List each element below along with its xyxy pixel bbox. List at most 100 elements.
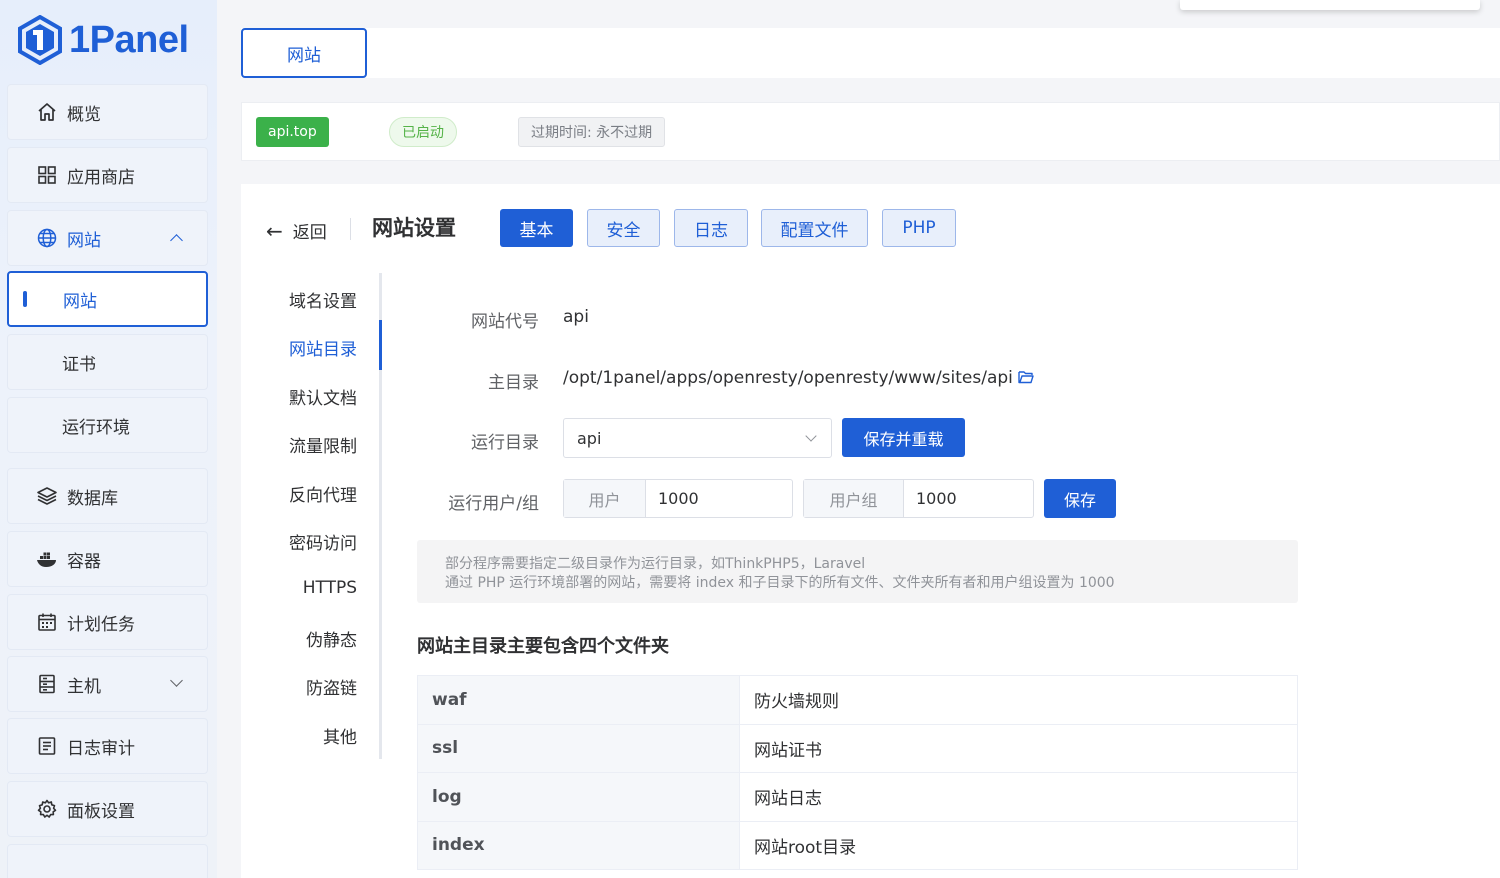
sidebar-item-more[interactable] xyxy=(7,844,208,878)
subnav-hotlink[interactable]: 防盗链 xyxy=(306,674,357,699)
subnav-reverse-proxy[interactable]: 反向代理 xyxy=(289,481,357,506)
tab-bar: 网站 xyxy=(241,28,1500,78)
gear-icon xyxy=(36,798,58,820)
subnav-other[interactable]: 其他 xyxy=(323,723,357,748)
group-prefix: 用户组 xyxy=(804,480,904,517)
notice-line-2: 通过 PHP 运行环境部署的网站，需要将 index 和子目录下的所有文件、文件… xyxy=(445,575,1115,591)
log-icon xyxy=(36,735,58,757)
folders-title: 网站主目录主要包含四个文件夹 xyxy=(417,636,669,657)
subnav-domain[interactable]: 域名设置 xyxy=(289,287,357,312)
status-badge: 已启动 xyxy=(389,117,457,147)
run-user-group-label: 运行用户/组 xyxy=(448,494,539,514)
folder-name: index xyxy=(418,821,740,869)
active-indicator xyxy=(23,291,27,307)
website-status-bar: api.top 已启动 过期时间: 永不过期 xyxy=(241,102,1500,161)
sidebar-subitem-certificate[interactable]: 证书 xyxy=(7,334,208,390)
sidebar-item-audit-log[interactable]: 日志审计 xyxy=(7,718,208,774)
folders-table: waf 防火墙规则 ssl 网站证书 log 网站日志 index 网站root… xyxy=(417,675,1298,870)
sidebar-item-panel-settings[interactable]: 面板设置 xyxy=(7,781,208,837)
folder-desc: 防火墙规则 xyxy=(754,692,839,713)
notice-line-1: 部分程序需要指定二级目录作为运行目录，如ThinkPHP5，Laravel xyxy=(445,556,866,572)
docker-icon xyxy=(36,548,58,570)
table-row: index 网站root目录 xyxy=(418,821,1297,870)
logo-text: 1Panel xyxy=(69,18,189,61)
folder-desc: 网站日志 xyxy=(754,789,822,810)
sidebar-item-label: 应用商店 xyxy=(67,167,135,188)
site-code-label: 网站代号 xyxy=(471,312,539,332)
tab-security[interactable]: 安全 xyxy=(587,209,660,247)
logo-icon xyxy=(18,15,62,65)
user-input[interactable]: 1000 xyxy=(646,480,699,517)
run-dir-label: 运行目录 xyxy=(471,433,539,453)
sidebar-item-label: 网站 xyxy=(67,230,101,251)
tab-log[interactable]: 日志 xyxy=(674,209,748,247)
table-row: waf 防火墙规则 xyxy=(418,676,1297,725)
subnav-active-indicator xyxy=(379,320,382,370)
folder-desc: 网站root目录 xyxy=(754,837,857,858)
home-icon xyxy=(36,101,58,123)
subnav-https[interactable]: HTTPS xyxy=(303,578,357,598)
subnav-site-directory[interactable]: 网站目录 xyxy=(289,335,357,360)
user-input-group: 用户 1000 xyxy=(563,479,793,518)
website-settings-card: ← 返回 网站设置 基本 安全 日志 配置文件 PHP 域名设置 网站目录 默认… xyxy=(241,184,1500,878)
site-code-value: api xyxy=(563,307,589,327)
subnav-rate-limit[interactable]: 流量限制 xyxy=(289,432,357,457)
subnav-default-doc[interactable]: 默认文档 xyxy=(289,384,357,409)
layers-icon xyxy=(36,485,58,507)
subnav-password-access[interactable]: 密码访问 xyxy=(289,529,357,554)
sidebar-item-label: 主机 xyxy=(67,676,101,697)
sidebar-item-label: 概览 xyxy=(67,104,101,125)
notice-box: 部分程序需要指定二级目录作为运行目录，如ThinkPHP5，Laravel 通过… xyxy=(417,540,1298,603)
logo[interactable]: 1Panel xyxy=(17,14,189,66)
tab-config-file[interactable]: 配置文件 xyxy=(761,209,868,247)
save-reload-button[interactable]: 保存并重载 xyxy=(842,418,965,457)
save-button[interactable]: 保存 xyxy=(1044,479,1116,518)
sidebar-item-cron[interactable]: 计划任务 xyxy=(7,594,208,650)
host-icon xyxy=(36,673,58,695)
sidebar-item-host[interactable]: 主机 xyxy=(7,656,208,712)
sidebar-subitem-website[interactable]: 网站 xyxy=(7,271,208,327)
tab-basic[interactable]: 基本 xyxy=(500,209,573,247)
tab-php[interactable]: PHP xyxy=(882,209,956,247)
sidebar-item-website[interactable]: 网站 xyxy=(7,210,208,266)
back-button[interactable]: ← 返回 xyxy=(266,218,327,244)
chevron-up-icon xyxy=(170,234,183,247)
sidebar-item-label: 面板设置 xyxy=(67,801,135,822)
sidebar-item-label: 网站 xyxy=(63,291,97,312)
chevron-down-icon xyxy=(170,674,183,687)
folder-open-icon[interactable] xyxy=(1018,370,1034,384)
run-dir-selected: api xyxy=(577,428,602,448)
sidebar-item-label: 运行环境 xyxy=(62,417,130,438)
sidebar-subitem-runtime[interactable]: 运行环境 xyxy=(7,397,208,453)
folder-name: waf xyxy=(418,676,740,724)
arrow-left-icon: ← xyxy=(266,218,283,243)
user-prefix: 用户 xyxy=(564,480,646,517)
grid-icon xyxy=(36,164,58,186)
tab-website[interactable]: 网站 xyxy=(241,28,367,78)
sidebar: 1Panel 概览 应用商店 网站 网站 证书 运行环境 数据库 容器 计划任务… xyxy=(0,0,217,878)
page-title: 网站设置 xyxy=(372,216,456,240)
back-label: 返回 xyxy=(292,223,327,243)
domain-tag: api.top xyxy=(256,117,329,147)
root-dir-value: /opt/1panel/apps/openresty/openresty/www… xyxy=(563,368,1013,388)
sidebar-item-label: 证书 xyxy=(62,354,96,375)
sidebar-item-app-store[interactable]: 应用商店 xyxy=(7,147,208,203)
group-input[interactable]: 1000 xyxy=(904,480,957,517)
folder-desc: 网站证书 xyxy=(754,740,822,761)
table-row: ssl 网站证书 xyxy=(418,724,1297,773)
chevron-down-icon xyxy=(805,430,817,442)
sidebar-item-label: 数据库 xyxy=(67,488,118,509)
folder-name: ssl xyxy=(418,724,740,772)
folder-name: log xyxy=(418,773,740,821)
root-dir-label: 主目录 xyxy=(488,373,539,393)
table-row: log 网站日志 xyxy=(418,773,1297,822)
sidebar-item-overview[interactable]: 概览 xyxy=(7,84,208,140)
group-input-group: 用户组 1000 xyxy=(803,479,1034,518)
sidebar-item-container[interactable]: 容器 xyxy=(7,531,208,587)
sidebar-item-database[interactable]: 数据库 xyxy=(7,468,208,524)
globe-icon xyxy=(36,227,58,249)
popup-edge xyxy=(1180,0,1480,10)
calendar-icon xyxy=(36,611,58,633)
run-dir-select[interactable]: api xyxy=(563,418,832,458)
subnav-rewrite[interactable]: 伪静态 xyxy=(306,626,357,651)
